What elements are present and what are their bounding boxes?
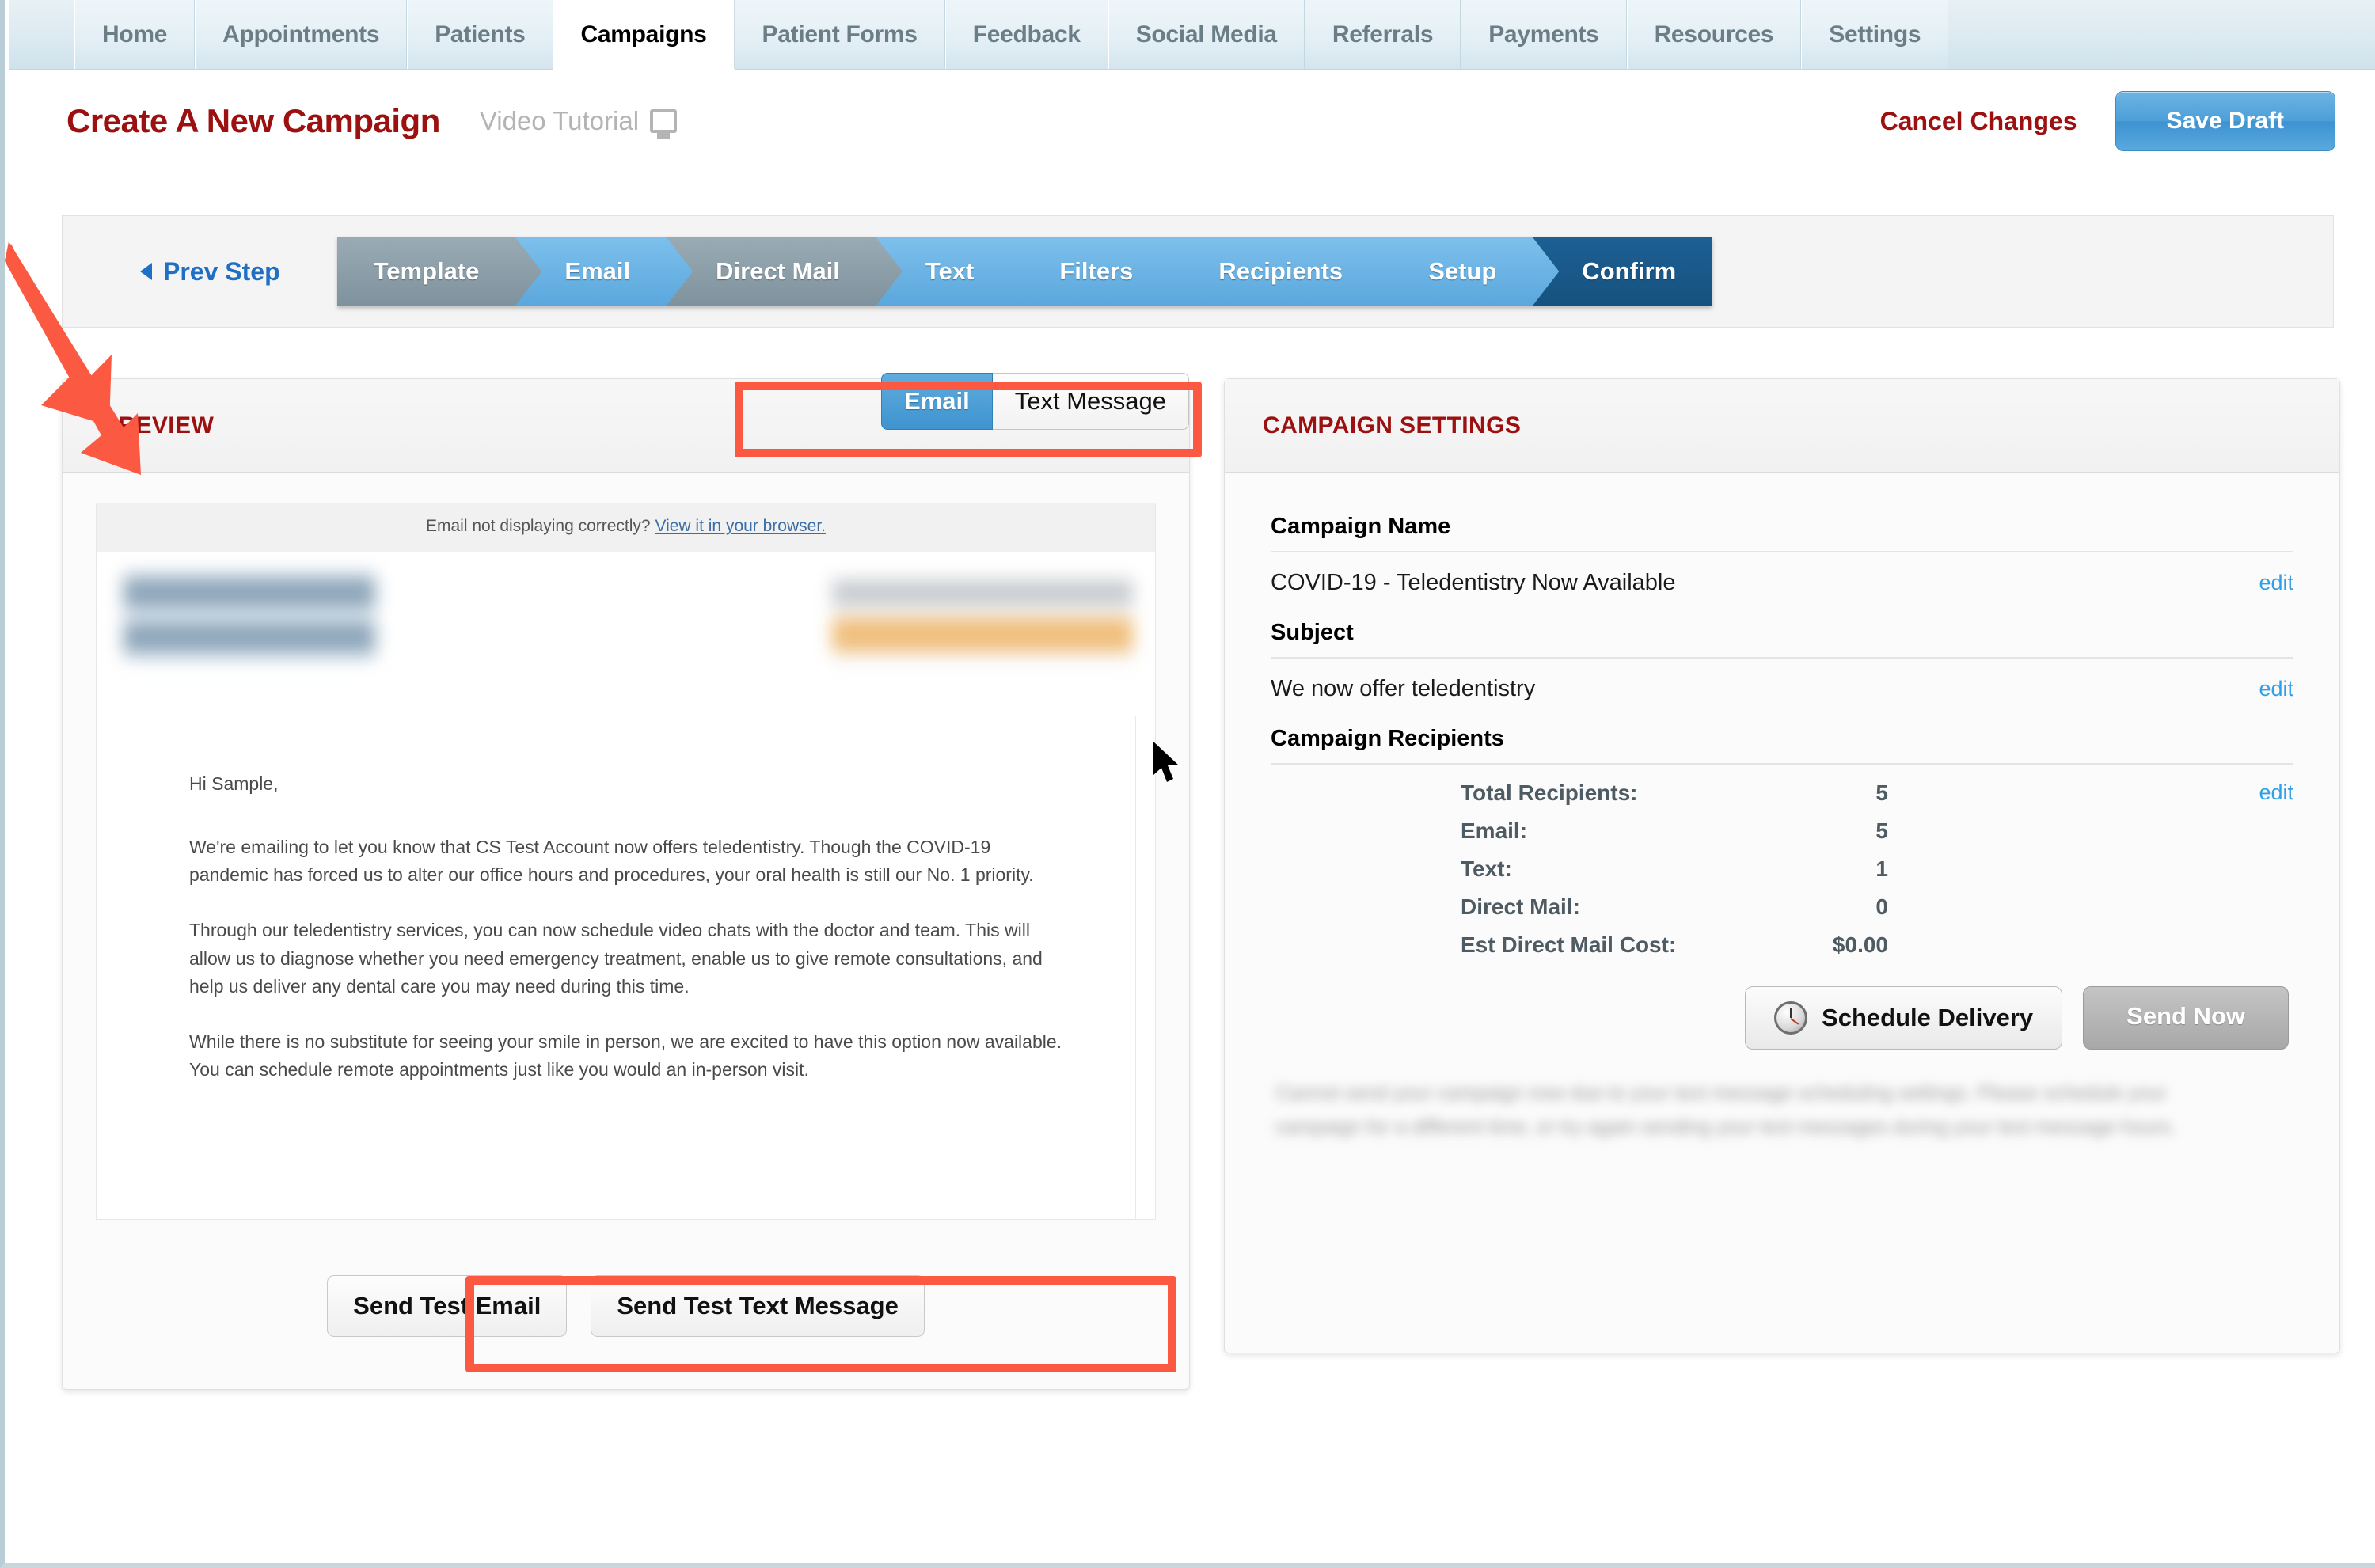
preview-panel-header: PREVIEW Email Text Message: [63, 373, 1189, 473]
subject-label: Subject: [1271, 620, 1354, 645]
recipient-stat-value: 5: [1875, 818, 1888, 843]
preview-title: PREVIEW: [102, 412, 215, 439]
wizard-step-confirm[interactable]: Confirm: [1533, 237, 1713, 306]
recipient-stat-key: Direct Mail:: [1461, 894, 1580, 919]
campaign-settings-title: CAMPAIGN SETTINGS: [1263, 412, 1522, 439]
send-now-button[interactable]: Send Now: [2083, 986, 2289, 1050]
monitor-icon: [650, 109, 678, 133]
page-title: Create A New Campaign: [66, 102, 440, 139]
wizard-step-recipients[interactable]: Recipients: [1169, 237, 1406, 306]
chevron-left-icon: [140, 263, 152, 280]
wizard-step-label: Setup: [1428, 257, 1497, 285]
campaign-name-label: Campaign Name: [1271, 514, 1451, 539]
wizard-steps: Template Email Direct Mail Text Filters Recip…: [336, 237, 1713, 306]
nav-tab-referrals[interactable]: Referrals: [1304, 0, 1461, 69]
clock-icon: [1774, 1001, 1808, 1035]
recipient-stat-value: 0: [1875, 894, 1888, 919]
page-frame: Home Appointments Patients Campaigns Patient…: [0, 0, 2375, 1568]
wizard-step-label: Direct Mail: [716, 257, 840, 285]
preview-body: Email not displaying correctly? View it …: [63, 473, 1189, 1391]
campaign-settings-header: CAMPAIGN SETTINGS: [1225, 379, 2339, 473]
recipient-stat-key: Est Direct Mail Cost:: [1461, 932, 1677, 957]
campaign-recipients-label: Campaign Recipients: [1271, 726, 1504, 751]
wizard-step-label: Filters: [1059, 257, 1134, 285]
delivery-disclaimer: Cannot send your campaign now due to you…: [1275, 1082, 2176, 1138]
send-test-text-message-button[interactable]: Send Test Text Message: [591, 1275, 925, 1337]
recipient-stat-row: Email: 5: [1271, 818, 2293, 844]
view-in-browser-link[interactable]: View it in your browser.: [655, 517, 826, 535]
recipient-stat-row: Est Direct Mail Cost: $0.00: [1271, 932, 2293, 958]
send-test-email-button[interactable]: Send Test Email: [327, 1275, 568, 1337]
recipient-stat-row: Total Recipients: 5: [1271, 780, 2293, 806]
email-paragraph: While there is no substitute for seeing …: [189, 1031, 1062, 1080]
campaign-name-row: COVID-19 - Teledentistry Now Available e…: [1271, 551, 2293, 620]
email-header-band: [97, 552, 1155, 693]
recipient-stat-value: 1: [1875, 856, 1888, 881]
redacted-logo: [124, 570, 375, 662]
wizard-step-label: Recipients: [1218, 257, 1343, 285]
nav-tab-social-media[interactable]: Social Media: [1108, 0, 1305, 69]
email-preview-card: Email not displaying correctly? View it …: [96, 503, 1156, 1220]
email-greeting: Hi Sample,: [189, 773, 279, 794]
campaign-settings-panel: CAMPAIGN SETTINGS Campaign Name COVID-19…: [1224, 378, 2340, 1353]
campaign-settings-body: Campaign Name COVID-19 - Teledentistry N…: [1225, 473, 2339, 1144]
nav-tab-patient-forms[interactable]: Patient Forms: [734, 0, 945, 69]
header-actions: Cancel Changes Save Draft: [1880, 91, 2335, 151]
delivery-actions: Schedule Delivery Send Now: [1271, 986, 2293, 1050]
nav-tab-feedback[interactable]: Feedback: [944, 0, 1108, 69]
campaign-name-value: COVID-19 - Teledentistry Now Available: [1271, 570, 1676, 595]
prev-step-button[interactable]: Prev Step: [140, 257, 280, 287]
edit-recipients-link[interactable]: edit: [2259, 780, 2293, 805]
prev-step-label: Prev Step: [163, 256, 280, 286]
schedule-delivery-button[interactable]: Schedule Delivery: [1745, 986, 2063, 1050]
nav-tab-home[interactable]: Home: [74, 0, 196, 69]
edit-campaign-name-link[interactable]: edit: [2259, 571, 2293, 595]
wizard-step-label: Text: [925, 257, 975, 285]
wizard-step-label: Email: [564, 257, 631, 285]
nav-tab-patients[interactable]: Patients: [407, 0, 553, 69]
wizard-step-label: Confirm: [1582, 257, 1677, 285]
email-paragraph: We're emailing to let you know that CS T…: [189, 836, 1034, 886]
redacted-address: [832, 579, 1133, 668]
wizard-step-template[interactable]: Template: [336, 237, 542, 306]
recipient-stat-value: 5: [1875, 780, 1888, 805]
recipient-stat-row: Direct Mail: 0: [1271, 894, 2293, 920]
recipient-stats-list: Total Recipients: 5 Email: 5 Text: 1 Direct Ma…: [1271, 780, 2293, 958]
nav-tab-appointments[interactable]: Appointments: [195, 0, 408, 69]
toggle-text-message-button[interactable]: Text Message: [992, 373, 1189, 430]
cancel-changes-button[interactable]: Cancel Changes: [1880, 107, 2077, 136]
email-paragraph: Through our teledentistry services, you …: [189, 919, 1043, 997]
toggle-email-button[interactable]: Email: [881, 373, 993, 430]
wizard-step-bar: Prev Step Template Email Direct Mail Text Fi…: [62, 215, 2334, 328]
nav-tab-payments[interactable]: Payments: [1461, 0, 1627, 69]
video-tutorial-label: Video Tutorial: [479, 106, 640, 135]
main-navigation: Home Appointments Patients Campaigns Patient…: [10, 0, 2375, 70]
subject-value: We now offer teledentistry: [1271, 676, 1536, 701]
recipient-stat-key: Text:: [1461, 856, 1512, 881]
recipient-stat-key: Total Recipients:: [1461, 780, 1638, 805]
nav-tab-campaigns[interactable]: Campaigns: [553, 0, 735, 69]
nav-tab-settings[interactable]: Settings: [1801, 0, 1949, 69]
campaign-recipients-block: edit Total Recipients: 5 Email: 5 Text: 1 Dire…: [1271, 763, 2293, 958]
recipient-stat-row: Text: 1: [1271, 856, 2293, 882]
email-browser-notice: Email not displaying correctly? View it …: [97, 503, 1155, 552]
nav-tab-resources[interactable]: Resources: [1626, 0, 1802, 69]
video-tutorial-link[interactable]: Video Tutorial: [479, 106, 678, 136]
wizard-step-direct-mail[interactable]: Direct Mail: [667, 237, 902, 306]
email-notice-text: Email not displaying correctly?: [425, 517, 651, 535]
schedule-delivery-label: Schedule Delivery: [1822, 1004, 2034, 1031]
edit-subject-link[interactable]: edit: [2259, 677, 2293, 701]
page-header: Create A New Campaign Video Tutorial Can…: [10, 70, 2375, 173]
recipient-stat-value: $0.00: [1832, 932, 1888, 957]
preview-mode-toggle: Email Text Message: [881, 373, 1189, 430]
email-body: Hi Sample, We're emailing to let you kno…: [116, 716, 1136, 1219]
save-draft-button[interactable]: Save Draft: [2115, 91, 2335, 151]
test-send-buttons: Send Test Email Send Test Text Message: [63, 1275, 1189, 1337]
subject-row: We now offer teledentistry edit: [1271, 657, 2293, 726]
preview-panel: PREVIEW Email Text Message Email not dis…: [62, 373, 1190, 1391]
wizard-step-label: Template: [373, 257, 480, 285]
recipient-stat-key: Email:: [1461, 818, 1528, 843]
